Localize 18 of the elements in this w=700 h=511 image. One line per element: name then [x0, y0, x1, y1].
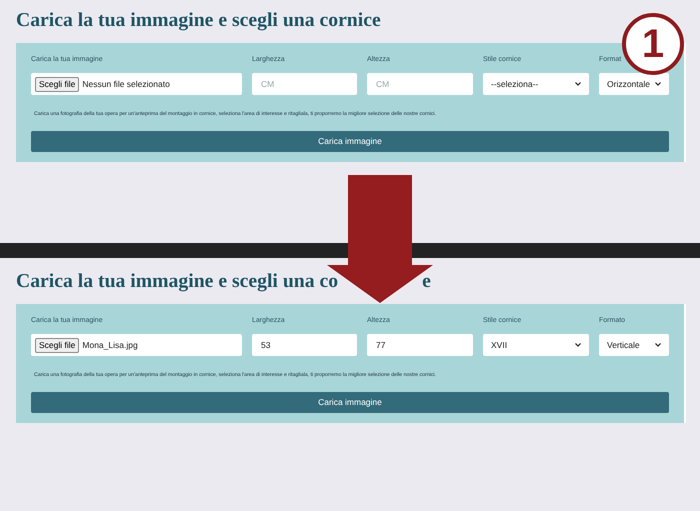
page-title: e	[422, 270, 431, 294]
select-field[interactable]: Verticale	[599, 334, 669, 356]
upload-button[interactable]: Carica immagine	[31, 392, 669, 413]
select-field[interactable]: XVII	[483, 334, 589, 356]
file-input[interactable]: Scegli file Nessun file selezionato	[31, 73, 242, 96]
caret-icon	[575, 82, 581, 86]
select-field[interactable]: --seleziona--	[483, 73, 589, 96]
caret-icon	[655, 82, 661, 86]
upload-button[interactable]: Carica immagine	[31, 130, 669, 152]
input-field[interactable]: 53	[252, 334, 357, 356]
select-field[interactable]: Orizzontale	[599, 73, 669, 96]
page-title: Carica la tua immagine e scegli una co	[16, 270, 338, 294]
page-title: Carica la tua immagine e scegli una cornice	[16, 9, 382, 33]
file-input[interactable]: Scegli file Mona_Lisa.jpg	[31, 334, 242, 356]
step-number: 1	[622, 13, 684, 75]
caret-icon	[575, 343, 581, 348]
input-field[interactable]: 77	[367, 334, 473, 356]
caret-icon	[655, 343, 661, 348]
